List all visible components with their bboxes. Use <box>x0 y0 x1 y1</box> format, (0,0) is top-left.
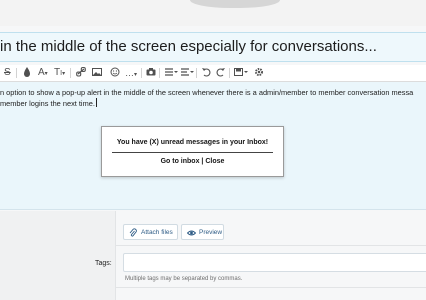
tags-input[interactable] <box>123 253 426 272</box>
thread-title-text: in the middle of the screen especially f… <box>0 38 377 55</box>
popup-message: You have (X) unread messages in your Inb… <box>116 139 269 146</box>
go-to-inbox-link[interactable]: Go to inbox <box>161 158 200 165</box>
font-family-button[interactable]: A▾ <box>38 66 48 80</box>
link-separator: | <box>201 158 204 165</box>
attach-files-button[interactable]: Attach files <box>123 224 178 240</box>
image-button[interactable] <box>92 66 102 80</box>
link-icon <box>76 66 86 77</box>
close-link[interactable]: Close <box>205 158 224 165</box>
toolbar-divider <box>229 68 230 78</box>
undo-icon <box>202 68 211 77</box>
gear-icon <box>255 68 263 76</box>
toolbar-divider <box>70 68 71 78</box>
editor-text-line: n option to show a pop-up alert in the m… <box>0 88 414 97</box>
attach-files-label: Attach files <box>141 229 173 236</box>
toolbar-divider <box>141 68 142 78</box>
text-color-button[interactable] <box>23 66 31 80</box>
undo-button[interactable] <box>201 66 211 80</box>
section-divider <box>116 245 426 246</box>
drafts-button[interactable] <box>234 66 248 80</box>
font-size-button[interactable]: TI▾ <box>54 66 65 80</box>
editor-toolbar: S A▾ TI▾ …▾ <box>0 65 426 82</box>
tags-label: Tags: <box>95 260 112 267</box>
preview-label: Preview <box>199 229 223 236</box>
popup-divider <box>112 152 273 153</box>
tags-hint: Multiple tags may be separated by commas… <box>125 276 243 282</box>
toolbar-divider <box>16 68 17 78</box>
strikethrough-button[interactable]: S <box>4 66 11 80</box>
list-icon <box>165 68 178 76</box>
toolbar-divider <box>196 68 197 78</box>
camera-icon <box>146 68 156 76</box>
form-label-column <box>0 211 116 300</box>
editor-text-line: member logins the next time. <box>0 98 97 108</box>
align-icon <box>181 68 194 76</box>
unread-messages-popup: You have (X) unread messages in your Inb… <box>101 126 284 177</box>
drafts-icon <box>234 68 248 76</box>
link-button[interactable] <box>76 66 86 80</box>
popup-links: Go to inbox | Close <box>102 158 283 165</box>
paperclip-icon <box>129 228 137 245</box>
more-options-button[interactable]: …▾ <box>125 66 137 80</box>
align-button[interactable] <box>180 66 194 80</box>
redo-button[interactable] <box>216 66 226 80</box>
media-button[interactable] <box>146 66 156 80</box>
redo-icon <box>216 68 225 77</box>
list-button[interactable] <box>164 66 178 80</box>
droplet-icon <box>24 67 30 77</box>
preview-button[interactable]: Preview <box>181 224 224 240</box>
thread-title-field[interactable]: in the middle of the screen especially f… <box>0 32 426 62</box>
caret-down-icon: ▾ <box>44 71 48 77</box>
image-icon <box>92 68 102 76</box>
settings-button[interactable] <box>254 66 264 80</box>
section-divider <box>116 287 426 288</box>
smiley-icon <box>110 67 120 77</box>
smilies-button[interactable] <box>110 66 120 80</box>
caret-down-icon: ▾ <box>134 72 138 78</box>
toolbar-divider <box>159 68 160 78</box>
text-caret <box>95 98 97 107</box>
eye-icon <box>186 228 197 245</box>
caret-down-icon: ▾ <box>62 71 66 77</box>
